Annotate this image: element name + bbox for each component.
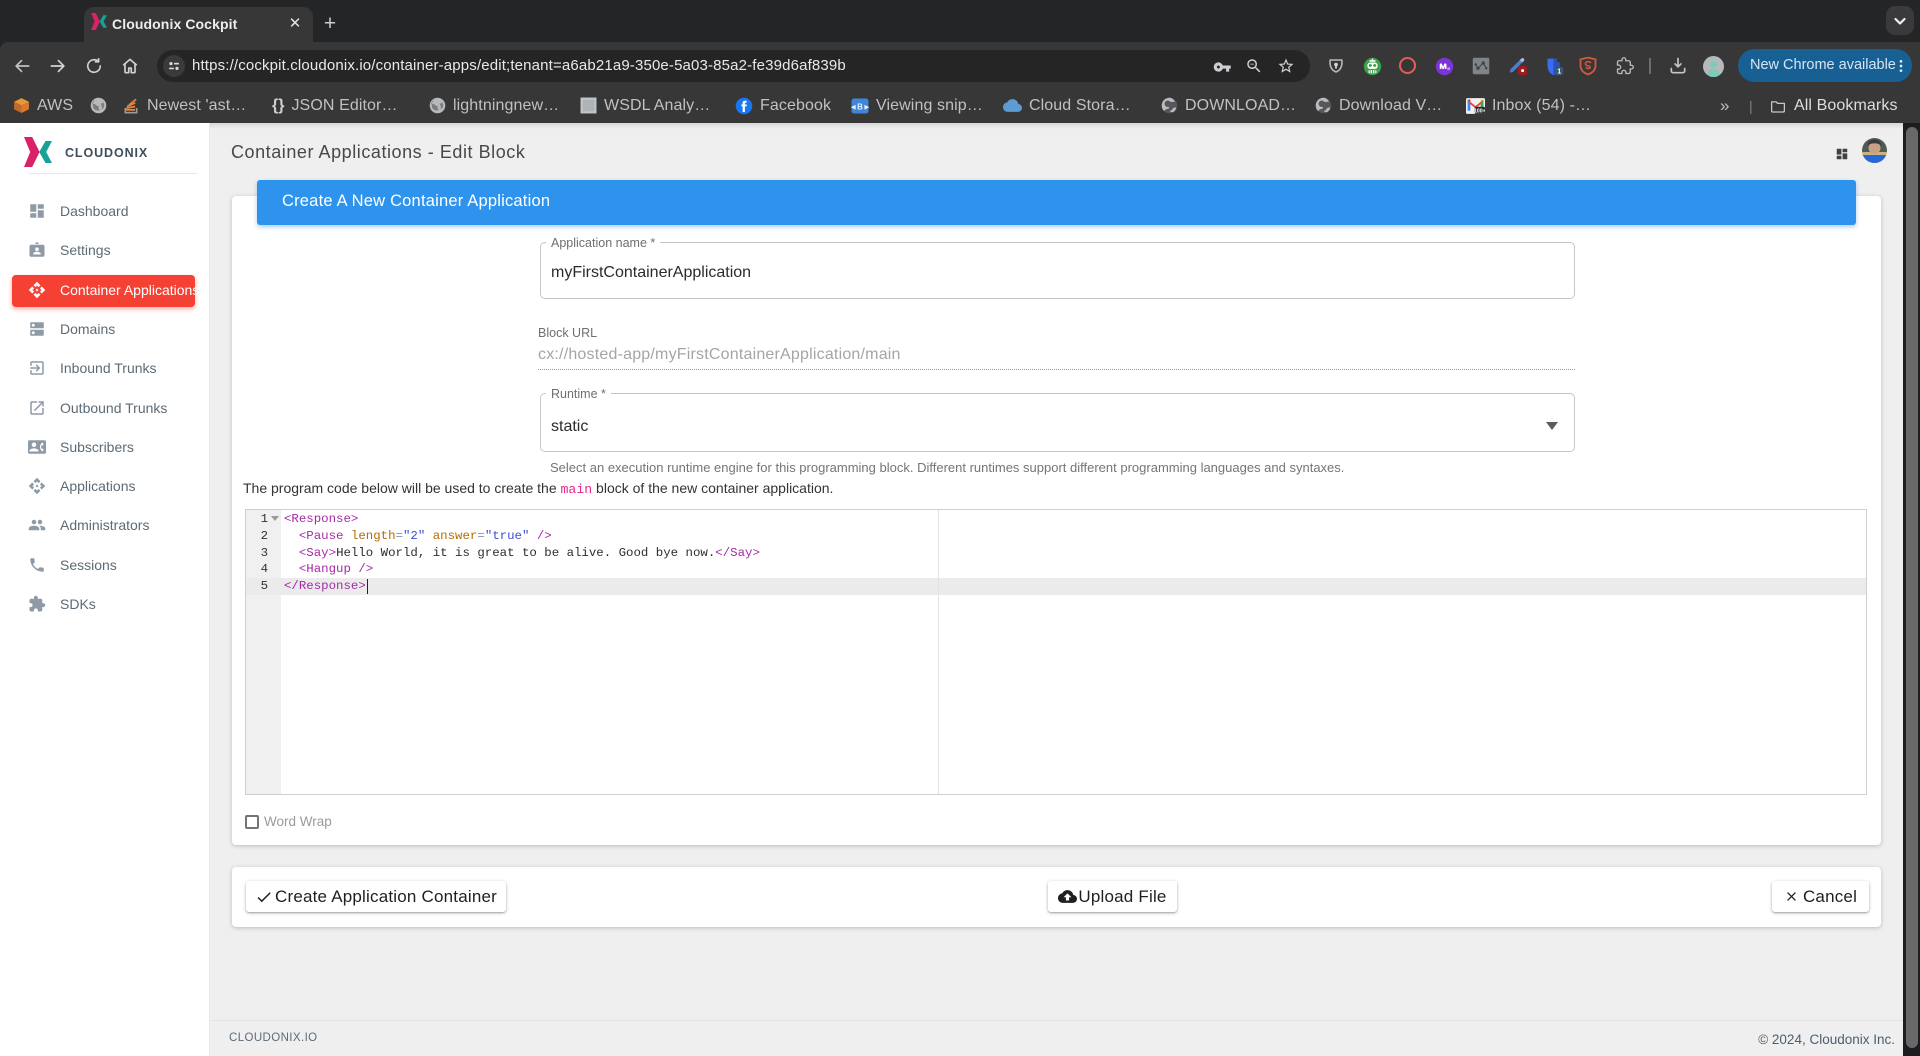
svg-text:◄B►: ◄B► [851, 102, 869, 111]
svg-text:1: 1 [1557, 68, 1561, 76]
svg-text:100+: 100+ [1474, 108, 1485, 114]
